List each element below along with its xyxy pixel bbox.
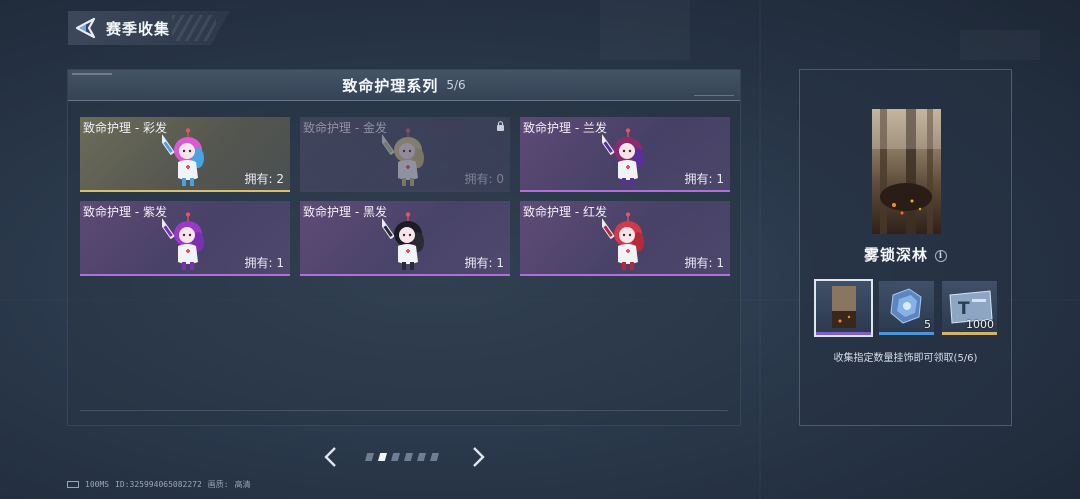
forest-skin-icon (832, 286, 856, 328)
status-bar: 100MS ID:325994065082272 画质: 高清 (67, 479, 251, 490)
card-owned-count: 拥有: 0 (464, 172, 505, 186)
page-dot[interactable] (417, 453, 426, 461)
card-name: 致命护理 - 彩发 (83, 121, 167, 135)
series-header: 致命护理系列 5/6 (68, 70, 740, 101)
header-deco-right (694, 95, 734, 96)
slot-count: 1000 (966, 318, 994, 331)
page-dot[interactable] (365, 453, 374, 461)
quality-label: 画质: (207, 480, 229, 489)
panel-divider (80, 410, 728, 411)
nurse-figure-icon (382, 212, 424, 270)
top-bar: 赛季收集 (68, 11, 230, 45)
card-owned-count: 拥有: 1 (244, 256, 285, 270)
reward-slot-skin[interactable] (814, 279, 873, 337)
card-name: 致命护理 - 红发 (523, 205, 607, 219)
card-name: 致命护理 - 紫发 (83, 205, 167, 219)
card-name: 致命护理 - 黑发 (303, 205, 387, 219)
collectible-card-black[interactable]: 致命护理 - 黑发 拥有: 1 (300, 201, 510, 276)
card-owned-count: 拥有: 1 (684, 256, 725, 270)
series-title: 致命护理系列 (342, 76, 439, 95)
collection-panel: 致命护理系列 5/6 致命护理 - 彩发 拥有: 2 致命护理 - 金发 拥有:… (67, 69, 741, 426)
header-hatch-decoration (172, 15, 216, 41)
nurse-figure-icon (602, 128, 644, 186)
card-owned-count: 拥有: 1 (464, 256, 505, 270)
reward-description: 收集指定数量挂饰即可领取(5/6) (833, 353, 978, 364)
ping-value: 100MS (85, 480, 110, 489)
back-button[interactable] (68, 11, 102, 45)
slot-count: 5 (924, 318, 931, 331)
reward-panel: 雾锁深林 i 5 T 1000 收集指定数量挂饰即可领取(5/6) (799, 69, 1012, 426)
nurse-figure-icon (162, 212, 204, 270)
card-owned-count: 拥有: 2 (244, 172, 285, 186)
player-id: ID:325994065082272 (115, 480, 202, 489)
next-page-arrow-icon[interactable] (469, 446, 487, 468)
reward-title-row: 雾锁深林 i (800, 244, 1011, 265)
nurse-figure-icon (162, 128, 204, 186)
collectible-card-purple[interactable]: 致命护理 - 紫发 拥有: 1 (80, 201, 290, 276)
nurse-figure-icon (382, 128, 424, 186)
info-icon[interactable]: i (935, 250, 947, 262)
page-title: 赛季收集 (106, 19, 171, 38)
header-deco-left (72, 73, 112, 75)
svg-text:T: T (958, 299, 970, 319)
reward-slot-ticket[interactable]: T 1000 (942, 281, 997, 335)
card-owned-count: 拥有: 1 (684, 172, 725, 186)
forest-art-icon (872, 109, 941, 234)
reward-skin-preview (872, 109, 941, 234)
page-dot[interactable] (404, 453, 413, 461)
collectible-card-gold[interactable]: 致命护理 - 金发 拥有: 0 (300, 117, 510, 192)
reward-title: 雾锁深林 (863, 246, 928, 264)
prev-page-arrow-icon[interactable] (322, 446, 340, 468)
nurse-figure-icon (602, 212, 644, 270)
collectible-card-blue[interactable]: 致命护理 - 兰发 拥有: 1 (520, 117, 730, 192)
series-count: 5/6 (446, 78, 466, 92)
card-name: 致命护理 - 兰发 (523, 121, 607, 135)
card-name: 致命护理 - 金发 (303, 121, 387, 135)
collectible-card-rainbow[interactable]: 致命护理 - 彩发 拥有: 2 (80, 117, 290, 192)
page-indicator (365, 453, 439, 461)
reward-slot-crate[interactable]: 5 (879, 281, 934, 335)
collectible-card-red[interactable]: 致命护理 - 红发 拥有: 1 (520, 201, 730, 276)
quality-value: 高清 (234, 480, 251, 489)
network-icon (67, 481, 79, 488)
page-dot[interactable] (430, 453, 439, 461)
lock-icon (497, 121, 504, 131)
page-dot[interactable] (378, 453, 387, 461)
back-arrow-icon (75, 17, 96, 39)
page-dot[interactable] (391, 453, 400, 461)
